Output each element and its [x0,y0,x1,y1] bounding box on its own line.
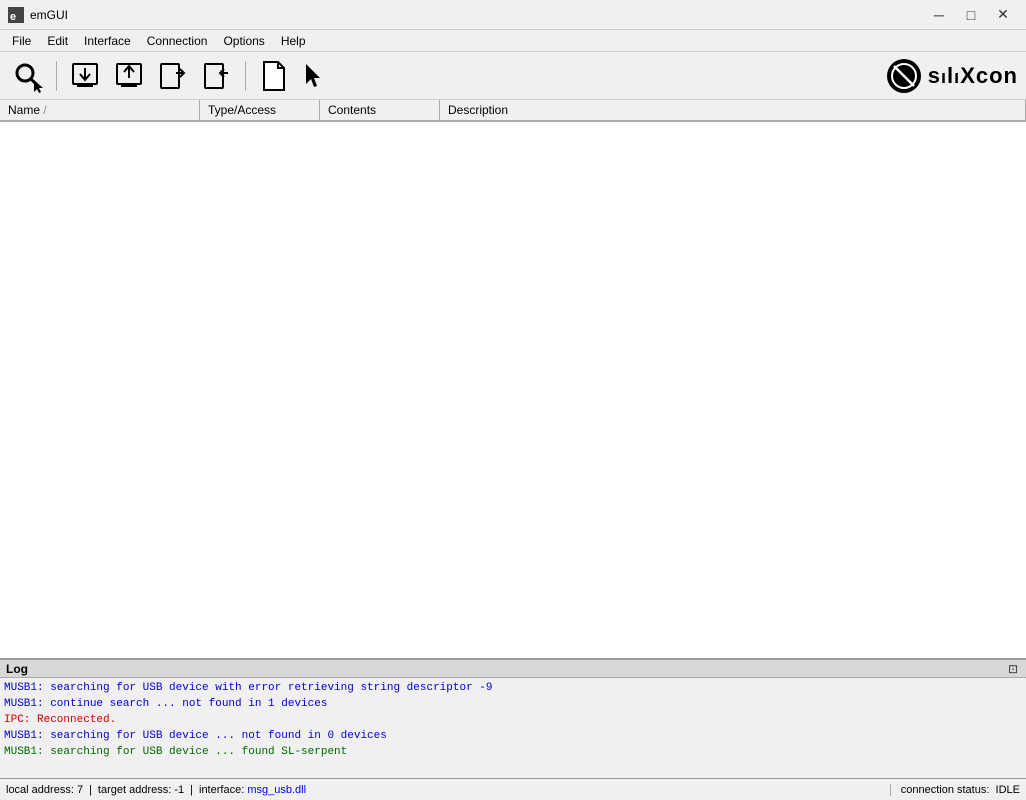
col-header-type[interactable]: Type/Access [200,100,320,120]
minimize-button[interactable]: ─ [924,5,954,25]
upload-icon [113,60,145,92]
logo-area: sılıXcon [886,58,1018,94]
local-address-value: 7 [77,784,83,796]
status-left: local address: 7 | target address: -1 | … [6,784,890,796]
connection-status-label: connection status: [901,784,993,796]
app-title: emGUI [30,8,68,22]
menu-interface[interactable]: Interface [76,30,139,51]
cursor-button[interactable] [298,56,338,96]
col-header-name[interactable]: Name / [0,100,200,120]
silixcon-logo-icon [886,58,922,94]
export-icon [157,60,189,92]
import-icon [201,60,233,92]
interface-value: msg_usb.dll [247,784,306,796]
maximize-button[interactable]: □ [956,5,986,25]
new-doc-button[interactable] [254,56,294,96]
export-button[interactable] [153,56,193,96]
menu-file[interactable]: File [4,30,39,51]
status-bar: local address: 7 | target address: -1 | … [0,778,1026,800]
menu-bar: File Edit Interface Connection Options H… [0,30,1026,52]
interface-label: interface: [199,784,247,796]
download-icon [69,60,101,92]
import-button[interactable] [197,56,237,96]
logo-text: sılıXcon [928,63,1018,89]
close-button[interactable]: ✕ [988,5,1018,25]
log-line: MUSB1: searching for USB device with err… [4,680,1022,696]
target-address-value: -1 [174,784,184,796]
main-content [0,122,1026,658]
upload-button[interactable] [109,56,149,96]
log-title: Log [6,662,28,676]
menu-edit[interactable]: Edit [39,30,76,51]
status-right: connection status: IDLE [890,784,1020,796]
menu-options[interactable]: Options [215,30,272,51]
cursor-overlay-icon [34,80,46,94]
log-container: Log ⊡ MUSB1: searching for USB device wi… [0,658,1026,778]
log-expand-button[interactable]: ⊡ [1006,662,1020,676]
col-header-contents[interactable]: Contents [320,100,440,120]
log-line: MUSB1: continue search ... not found in … [4,696,1022,712]
title-bar: e emGUI ─ □ ✕ [0,0,1026,30]
target-address-label: target address: [98,784,174,796]
log-content[interactable]: MUSB1: searching for USB device with err… [0,678,1026,778]
search-button[interactable] [8,56,48,96]
menu-connection[interactable]: Connection [139,30,216,51]
log-header: Log ⊡ [0,660,1026,678]
title-bar-left: e emGUI [8,7,68,23]
app-icon: e [8,7,24,23]
new-doc-icon [258,60,290,92]
local-address-label: local address: [6,784,77,796]
toolbar-separator-1 [56,61,57,91]
toolbar: sılıXcon [0,52,1026,100]
title-controls: ─ □ ✕ [924,5,1018,25]
table-header: Name / Type/Access Contents Description [0,100,1026,122]
svg-text:e: e [10,11,16,23]
log-line: MUSB1: searching for USB device ... not … [4,728,1022,744]
toolbar-separator-2 [245,61,246,91]
connection-status-value: IDLE [996,784,1020,796]
col-header-description[interactable]: Description [440,100,1026,120]
download-button[interactable] [65,56,105,96]
cursor-tool-icon [302,60,334,92]
log-line: IPC: Reconnected. [4,712,1022,728]
menu-help[interactable]: Help [273,30,314,51]
log-line: MUSB1: searching for USB device ... foun… [4,744,1022,760]
